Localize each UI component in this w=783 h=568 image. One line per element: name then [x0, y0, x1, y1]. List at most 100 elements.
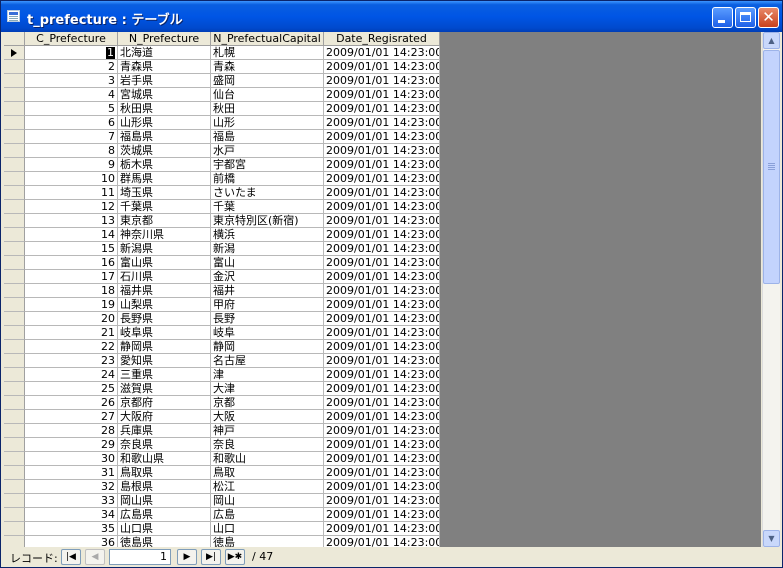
record-selector[interactable] [4, 508, 25, 522]
cell-n-prefecture[interactable]: 大阪府 [118, 410, 211, 424]
cell-c-prefecture[interactable]: 25 [25, 382, 118, 396]
record-selector[interactable] [4, 326, 25, 340]
cell-n-prefecture[interactable]: 群馬県 [118, 172, 211, 186]
cell-c-prefecture[interactable]: 29 [25, 438, 118, 452]
cell-c-prefecture[interactable]: 27 [25, 410, 118, 424]
cell-c-prefecture[interactable]: 35 [25, 522, 118, 536]
last-record-button[interactable]: ▶| [201, 549, 221, 565]
record-selector[interactable] [4, 522, 25, 536]
cell-date-regisrated[interactable]: 2009/01/01 14:23:00 [324, 88, 440, 102]
vertical-scrollbar[interactable]: ▲ ▼ [762, 32, 780, 547]
cell-date-regisrated[interactable]: 2009/01/01 14:23:00 [324, 354, 440, 368]
cell-n-prefecture[interactable]: 東京都 [118, 214, 211, 228]
cell-date-regisrated[interactable]: 2009/01/01 14:23:00 [324, 438, 440, 452]
cell-c-prefecture[interactable]: 14 [25, 228, 118, 242]
cell-n-prefectual-capital[interactable]: 大阪 [211, 410, 324, 424]
cell-date-regisrated[interactable]: 2009/01/01 14:23:00 [324, 158, 440, 172]
record-selector[interactable] [4, 214, 25, 228]
cell-n-prefecture[interactable]: 広島県 [118, 508, 211, 522]
cell-n-prefecture[interactable]: 富山県 [118, 256, 211, 270]
record-selector[interactable] [4, 354, 25, 368]
cell-n-prefecture[interactable]: 和歌山県 [118, 452, 211, 466]
record-selector[interactable] [4, 74, 25, 88]
cell-n-prefectual-capital[interactable]: 宇都宮 [211, 158, 324, 172]
cell-n-prefecture[interactable]: 秋田県 [118, 102, 211, 116]
cell-date-regisrated[interactable]: 2009/01/01 14:23:00 [324, 284, 440, 298]
record-selector[interactable] [4, 158, 25, 172]
cell-n-prefecture[interactable]: 山梨県 [118, 298, 211, 312]
cell-date-regisrated[interactable]: 2009/01/01 14:23:00 [324, 214, 440, 228]
record-selector[interactable] [4, 298, 25, 312]
cell-c-prefecture[interactable]: 32 [25, 480, 118, 494]
record-selector[interactable] [4, 144, 25, 158]
cell-n-prefecture[interactable]: 奈良県 [118, 438, 211, 452]
cell-n-prefecture[interactable]: 岐阜県 [118, 326, 211, 340]
cell-n-prefectual-capital[interactable]: 秋田 [211, 102, 324, 116]
cell-n-prefecture[interactable]: 京都府 [118, 396, 211, 410]
close-button[interactable]: ✕ [758, 7, 779, 28]
cell-date-regisrated[interactable]: 2009/01/01 14:23:00 [324, 382, 440, 396]
record-selector[interactable] [4, 130, 25, 144]
record-selector[interactable] [4, 410, 25, 424]
cell-n-prefecture[interactable]: 山口県 [118, 522, 211, 536]
cell-c-prefecture[interactable]: 31 [25, 466, 118, 480]
column-header-n-prefecture[interactable]: N_Prefecture [118, 32, 211, 46]
cell-date-regisrated[interactable]: 2009/01/01 14:23:00 [324, 326, 440, 340]
cell-n-prefectual-capital[interactable]: 静岡 [211, 340, 324, 354]
select-all-corner[interactable] [4, 32, 25, 46]
title-bar[interactable]: t_prefecture : テーブル ✕ [1, 1, 782, 32]
cell-c-prefecture[interactable]: 23 [25, 354, 118, 368]
cell-date-regisrated[interactable]: 2009/01/01 14:23:00 [324, 270, 440, 284]
cell-n-prefectual-capital[interactable]: 長野 [211, 312, 324, 326]
cell-n-prefectual-capital[interactable]: 水戸 [211, 144, 324, 158]
cell-n-prefectual-capital[interactable]: 甲府 [211, 298, 324, 312]
cell-n-prefecture[interactable]: 兵庫県 [118, 424, 211, 438]
cell-c-prefecture[interactable]: 26 [25, 396, 118, 410]
record-selector[interactable] [4, 284, 25, 298]
cell-date-regisrated[interactable]: 2009/01/01 14:23:00 [324, 466, 440, 480]
record-selector[interactable] [4, 382, 25, 396]
cell-c-prefecture[interactable]: 17 [25, 270, 118, 284]
cell-n-prefectual-capital[interactable]: 松江 [211, 480, 324, 494]
cell-n-prefectual-capital[interactable]: 新潟 [211, 242, 324, 256]
cell-date-regisrated[interactable]: 2009/01/01 14:23:00 [324, 228, 440, 242]
cell-c-prefecture[interactable]: 30 [25, 452, 118, 466]
cell-n-prefecture[interactable]: 鳥取県 [118, 466, 211, 480]
cell-n-prefectual-capital[interactable]: 大津 [211, 382, 324, 396]
cell-n-prefecture[interactable]: 栃木県 [118, 158, 211, 172]
record-selector[interactable] [4, 396, 25, 410]
cell-n-prefecture[interactable]: 神奈川県 [118, 228, 211, 242]
cell-date-regisrated[interactable]: 2009/01/01 14:23:00 [324, 60, 440, 74]
cell-c-prefecture[interactable]: 22 [25, 340, 118, 354]
cell-date-regisrated[interactable]: 2009/01/01 14:23:00 [324, 186, 440, 200]
scroll-thumb[interactable] [763, 50, 780, 284]
cell-n-prefectual-capital[interactable]: 岡山 [211, 494, 324, 508]
cell-n-prefecture[interactable]: 山形県 [118, 116, 211, 130]
record-selector[interactable] [4, 172, 25, 186]
cell-c-prefecture[interactable]: 15 [25, 242, 118, 256]
cell-n-prefecture[interactable]: 愛知県 [118, 354, 211, 368]
cell-n-prefectual-capital[interactable]: 山口 [211, 522, 324, 536]
cell-date-regisrated[interactable]: 2009/01/01 14:23:00 [324, 452, 440, 466]
record-selector[interactable] [4, 452, 25, 466]
cell-n-prefecture[interactable]: 長野県 [118, 312, 211, 326]
cell-n-prefectual-capital[interactable]: 福井 [211, 284, 324, 298]
cell-date-regisrated[interactable]: 2009/01/01 14:23:00 [324, 102, 440, 116]
cell-c-prefecture[interactable]: 24 [25, 368, 118, 382]
record-selector[interactable] [4, 536, 25, 547]
cell-n-prefectual-capital[interactable]: 千葉 [211, 200, 324, 214]
cell-n-prefectual-capital[interactable]: 広島 [211, 508, 324, 522]
cell-date-regisrated[interactable]: 2009/01/01 14:23:00 [324, 256, 440, 270]
cell-date-regisrated[interactable]: 2009/01/01 14:23:00 [324, 340, 440, 354]
cell-c-prefecture[interactable]: 28 [25, 424, 118, 438]
cell-c-prefecture[interactable]: 13 [25, 214, 118, 228]
cell-n-prefectual-capital[interactable]: 津 [211, 368, 324, 382]
table-icon[interactable] [7, 10, 20, 22]
column-header-c-prefecture[interactable]: C_Prefecture [25, 32, 118, 46]
next-record-button[interactable]: ▶ [177, 549, 197, 565]
cell-n-prefecture[interactable]: 青森県 [118, 60, 211, 74]
cell-c-prefecture[interactable]: 12 [25, 200, 118, 214]
record-selector[interactable] [4, 270, 25, 284]
cell-c-prefecture[interactable]: 19 [25, 298, 118, 312]
cell-date-regisrated[interactable]: 2009/01/01 14:23:00 [324, 74, 440, 88]
